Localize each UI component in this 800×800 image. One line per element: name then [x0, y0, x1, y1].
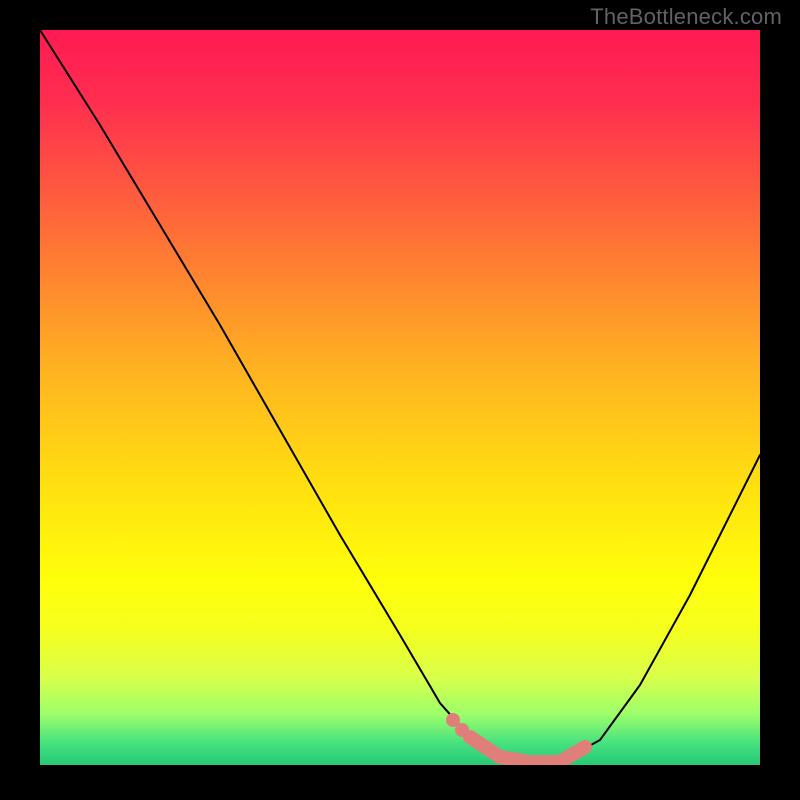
chart-plot-area — [40, 30, 760, 765]
bottleneck-curve-line — [40, 30, 760, 762]
chart-svg — [40, 30, 760, 765]
watermark-text: TheBottleneck.com — [590, 4, 782, 30]
optimal-range-marker — [470, 737, 585, 762]
marker-dots-group — [446, 713, 469, 737]
marker-dot — [455, 723, 469, 737]
